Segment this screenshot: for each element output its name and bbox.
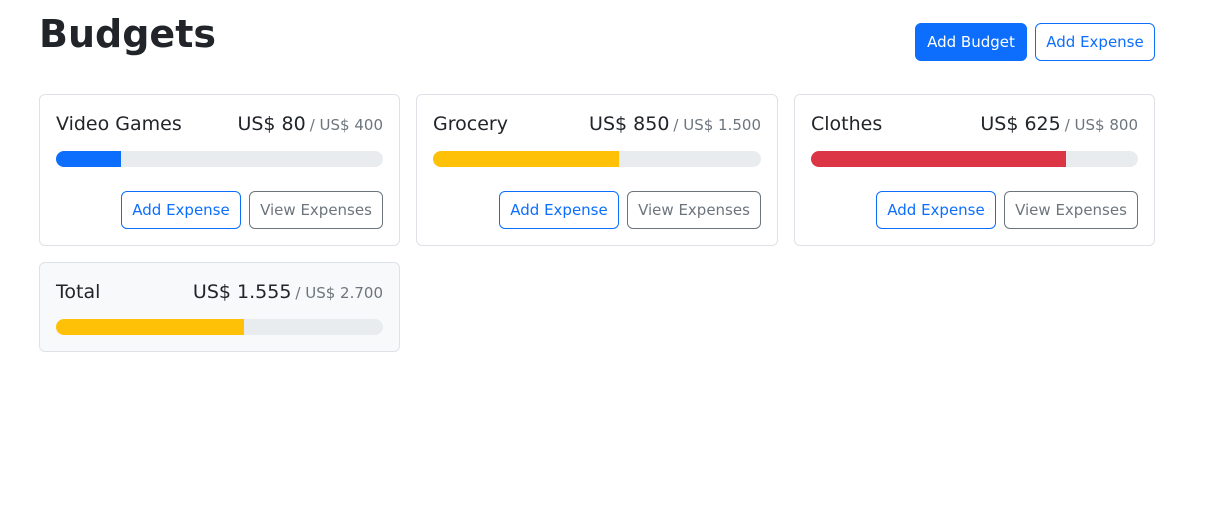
budget-name: Video Games — [56, 113, 182, 135]
budget-spent: US$ 625 — [980, 113, 1061, 135]
total-card: Total US$ 1.555 / US$ 2.700 — [39, 262, 400, 352]
add-expense-button[interactable]: Add Expense — [121, 191, 241, 229]
budget-amount: US$ 625 / US$ 800 — [980, 113, 1138, 135]
add-budget-button[interactable]: Add Budget — [915, 23, 1027, 61]
budget-spent: US$ 80 — [237, 113, 306, 135]
budget-amount: US$ 80 / US$ 400 — [237, 113, 383, 135]
budget-progress-bar — [433, 151, 619, 167]
budget-card-clothes: Clothes US$ 625 / US$ 800 Add Expense Vi… — [794, 94, 1155, 246]
total-progress-bar — [56, 319, 245, 335]
total-progress — [56, 319, 383, 335]
budgets-page: Budgets Add Budget Add Expense Video Gam… — [0, 0, 1228, 525]
budget-max: / US$ 400 — [309, 116, 383, 134]
budget-max: / US$ 1.500 — [673, 116, 761, 134]
add-expense-button[interactable]: Add Expense — [499, 191, 619, 229]
budget-name: Grocery — [433, 113, 508, 135]
budget-actions: Add Expense View Expenses — [121, 191, 383, 229]
budget-progress — [433, 151, 761, 167]
view-expenses-button[interactable]: View Expenses — [627, 191, 761, 229]
budget-actions: Add Expense View Expenses — [876, 191, 1138, 229]
total-amount: US$ 1.555 / US$ 2.700 — [193, 281, 383, 303]
add-expense-button[interactable]: Add Expense — [876, 191, 996, 229]
budget-progress — [56, 151, 383, 167]
budget-card-grocery: Grocery US$ 850 / US$ 1.500 Add Expense … — [416, 94, 778, 246]
budget-actions: Add Expense View Expenses — [499, 191, 761, 229]
total-name: Total — [56, 281, 101, 303]
budget-card-video-games: Video Games US$ 80 / US$ 400 Add Expense… — [39, 94, 400, 246]
view-expenses-button[interactable]: View Expenses — [249, 191, 383, 229]
budget-amount: US$ 850 / US$ 1.500 — [589, 113, 761, 135]
budget-progress-bar — [56, 151, 122, 167]
page-title: Budgets — [39, 12, 216, 56]
budget-max: / US$ 800 — [1064, 116, 1138, 134]
budget-progress-bar — [811, 151, 1067, 167]
add-expense-button[interactable]: Add Expense — [1035, 23, 1155, 61]
budget-spent: US$ 850 — [589, 113, 670, 135]
budget-progress — [811, 151, 1138, 167]
total-max: / US$ 2.700 — [295, 284, 383, 302]
total-spent: US$ 1.555 — [192, 281, 292, 303]
budget-name: Clothes — [811, 113, 883, 135]
view-expenses-button[interactable]: View Expenses — [1004, 191, 1138, 229]
